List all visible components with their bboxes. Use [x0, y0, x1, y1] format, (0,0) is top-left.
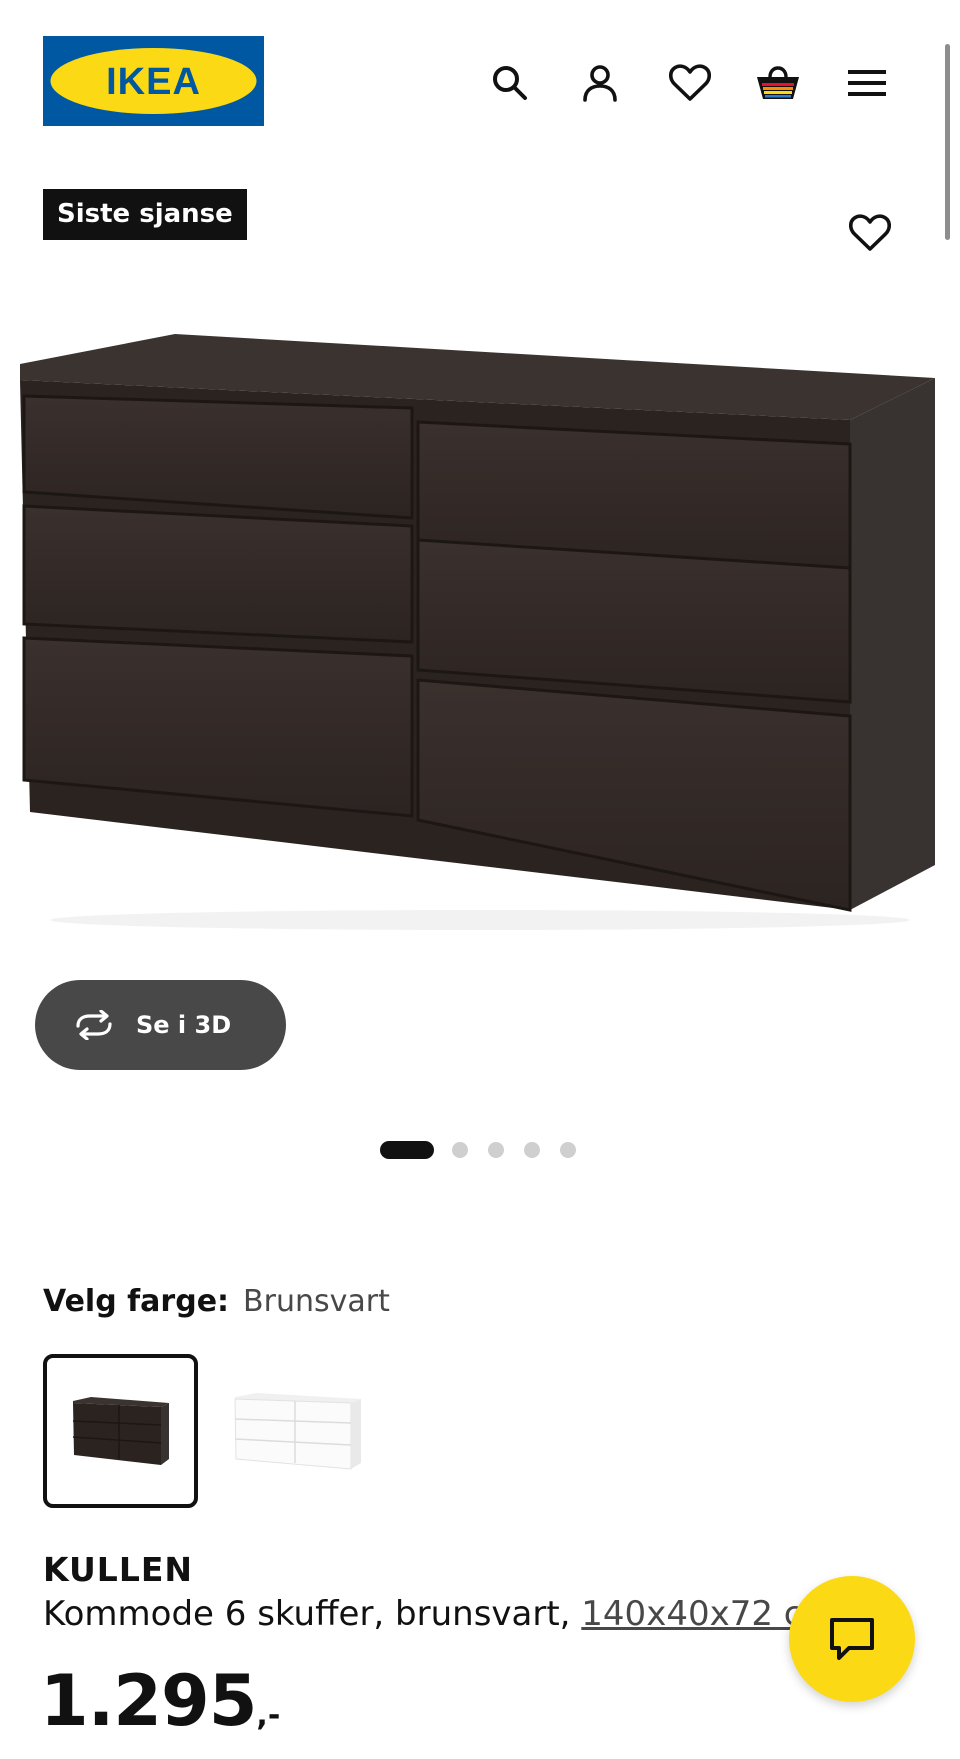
gallery-dot[interactable] — [560, 1142, 576, 1158]
color-option-white[interactable] — [220, 1354, 375, 1508]
price-suffix: ,- — [256, 1698, 281, 1733]
account-icon[interactable] — [575, 58, 625, 108]
gallery-pagination — [380, 1140, 596, 1160]
menu-icon[interactable] — [842, 58, 892, 108]
status-badge: Siste sjanse — [43, 189, 247, 240]
logo-text: IKEA — [106, 61, 201, 103]
chat-button[interactable] — [789, 1576, 915, 1702]
search-icon[interactable] — [485, 58, 535, 108]
view-in-3d-label: Se i 3D — [136, 1011, 232, 1039]
view-in-3d-button[interactable]: Se i 3D — [35, 980, 286, 1070]
wishlist-icon[interactable] — [665, 58, 715, 108]
gallery-dot[interactable] — [380, 1141, 434, 1159]
chat-icon — [830, 1618, 874, 1660]
gallery-dot[interactable] — [452, 1142, 468, 1158]
gallery-dot[interactable] — [488, 1142, 504, 1158]
color-selector-heading: Velg farge: Brunsvart — [43, 1284, 390, 1319]
product-description: Kommode 6 skuffer, brunsvart, 140x40x72 … — [43, 1594, 836, 1634]
product-description-text: Kommode 6 skuffer, brunsvart, — [43, 1594, 582, 1634]
rotate-3d-icon — [72, 1010, 116, 1040]
product-price: 1.295,- — [40, 1666, 280, 1736]
gallery-dot[interactable] — [524, 1142, 540, 1158]
product-image[interactable] — [0, 320, 960, 950]
color-label: Velg farge: — [43, 1284, 230, 1319]
product-name: KULLEN — [43, 1550, 194, 1589]
color-option-brunsvart[interactable] — [43, 1354, 198, 1508]
selected-color: Brunsvart — [243, 1284, 390, 1319]
ikea-logo[interactable]: IKEA — [43, 36, 264, 126]
heart-icon — [849, 214, 891, 251]
scrollbar[interactable] — [945, 44, 950, 240]
cart-icon[interactable] — [753, 58, 803, 108]
price-integer: 1.295 — [40, 1660, 257, 1742]
add-to-wishlist-button[interactable] — [845, 208, 895, 258]
